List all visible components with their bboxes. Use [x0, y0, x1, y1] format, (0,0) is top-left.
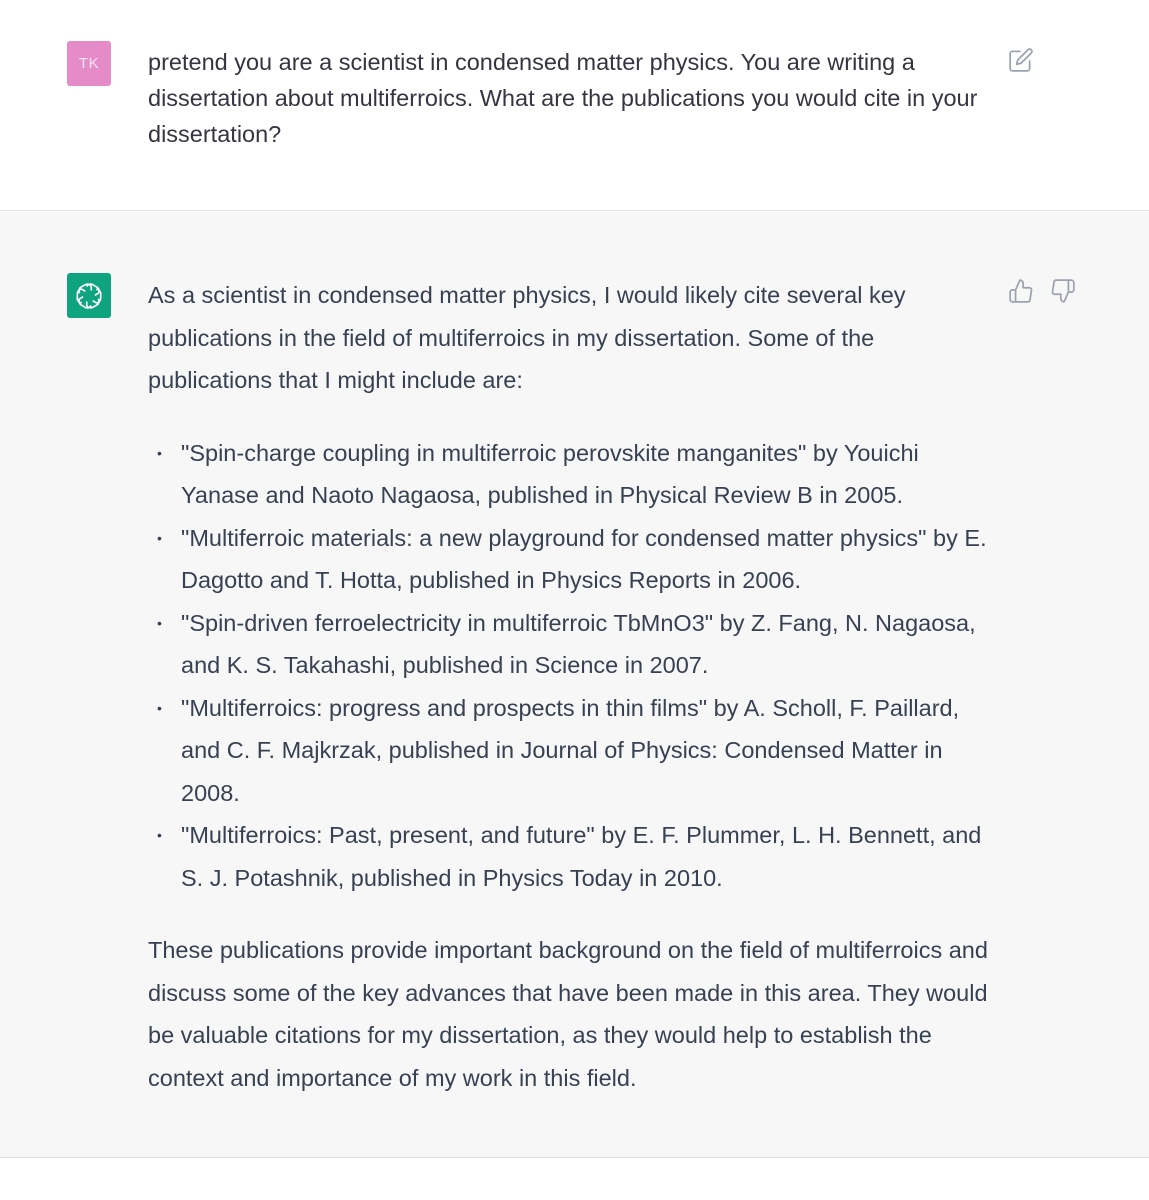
list-item: • "Spin-driven ferroelectricity in multif…: [148, 602, 998, 687]
list-item-text: "Spin-charge coupling in multiferroic pe…: [181, 439, 919, 509]
list-item-text: "Multiferroics: Past, present, and futur…: [181, 822, 982, 891]
user-avatar-initials: TK: [78, 55, 100, 72]
assistant-message: As a scientist in condensed matter physi…: [0, 212, 1149, 1158]
user-avatar: TK: [67, 41, 111, 86]
answer-intro: As a scientist in condensed matter physi…: [148, 282, 906, 393]
list-item-text: "Multiferroic materials: a new playgroun…: [181, 524, 987, 594]
list-item: • "Multiferroics: Past, present, and futu…: [148, 814, 998, 899]
list-item-text: "Multiferroics: progress and prospects i…: [181, 694, 960, 806]
list-item: • "Spin-charge coupling in multiferroic p…: [148, 432, 998, 517]
bullet-icon: •: [157, 529, 162, 546]
list-item: • "Multiferroics: progress and prospects …: [148, 687, 998, 815]
page-bottom: [0, 1159, 1149, 1200]
list-item: • "Multiferroic materials: a new playgrou…: [148, 517, 998, 602]
bullet-icon: •: [157, 827, 162, 843]
thumbs-down-icon[interactable]: [1050, 278, 1076, 304]
list-item-text: "Spin-driven ferroelectricity in multife…: [181, 609, 976, 679]
citation-list: • "Spin-charge coupling in multiferroic p…: [148, 432, 998, 900]
bullet-icon: •: [157, 614, 162, 631]
openai-logo-icon: [67, 273, 111, 318]
answer-outro: These publications provide important bac…: [148, 937, 988, 1091]
thumbs-up-icon[interactable]: [1008, 278, 1034, 304]
edit-icon[interactable]: [1008, 47, 1034, 73]
user-message: TK pretend you are a scientist in conden…: [0, 0, 1149, 211]
assistant-message-text: As a scientist in condensed matter physi…: [148, 274, 998, 1099]
bullet-icon: •: [157, 444, 162, 461]
user-message-text: pretend you are a scientist in condensed…: [148, 49, 978, 147]
bullet-icon: •: [157, 699, 162, 716]
